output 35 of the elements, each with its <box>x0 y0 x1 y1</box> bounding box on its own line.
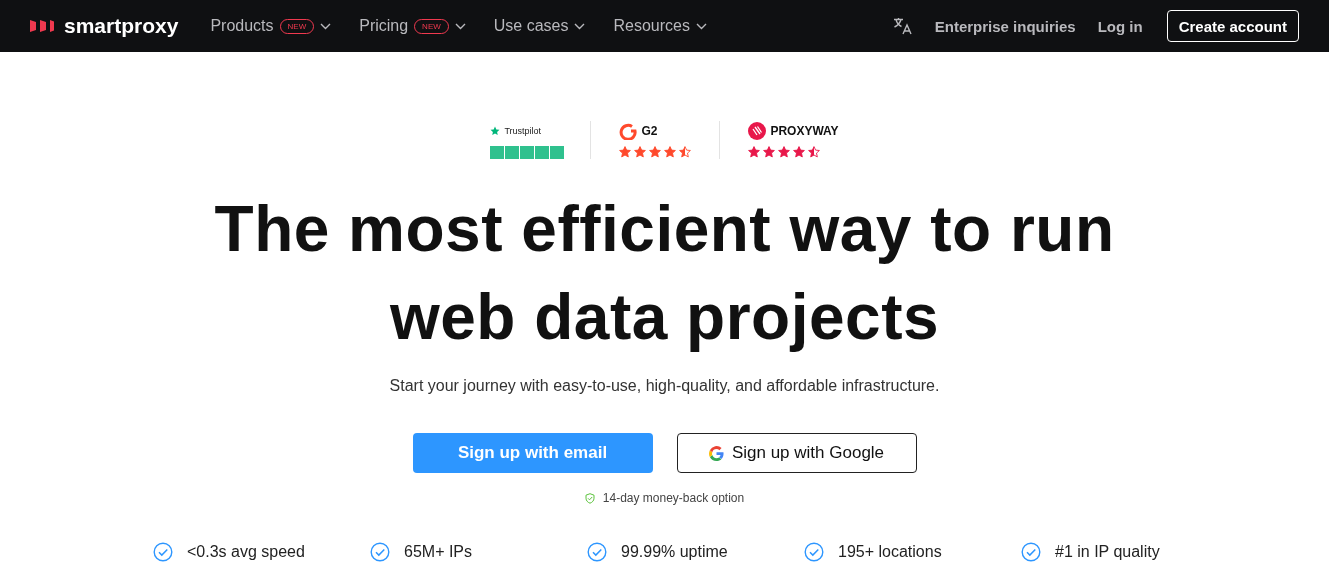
proxyway-logo-icon <box>748 122 767 140</box>
chevron-down-icon <box>695 22 707 30</box>
chevron-down-icon <box>574 22 586 30</box>
google-logo-icon <box>708 445 724 461</box>
feature-text: <0.3s avg speed <box>187 543 305 561</box>
brand-name: G2 <box>641 124 658 138</box>
nav-menu-item[interactable]: Resources <box>613 17 707 35</box>
feature-text: 65M+ IPs <box>404 543 473 561</box>
check-circle-icon <box>370 542 390 562</box>
create-account-button[interactable]: Create account <box>1166 10 1299 42</box>
feature-text: 99.99% uptime <box>621 543 728 561</box>
nav-menu-item[interactable]: Products NEW <box>210 17 332 35</box>
feature-text: 195+ locations <box>838 543 942 561</box>
logo-text: smartproxy <box>64 14 179 38</box>
nav-menu-item[interactable]: Use cases <box>493 17 586 35</box>
google-signup-button[interactable]: Sign up with Google <box>676 433 917 473</box>
nav-menu-item[interactable]: Pricing NEW <box>359 17 466 35</box>
nav-link[interactable]: Enterprise inquiries <box>934 17 1076 35</box>
check-circle-icon <box>587 542 607 562</box>
brand-name: Trustpilot <box>504 125 542 136</box>
translate-icon[interactable] <box>892 17 913 35</box>
check-circle-icon <box>804 542 824 562</box>
check-circle-icon <box>1021 542 1041 562</box>
check-circle-icon <box>153 542 173 562</box>
logo-icon <box>30 19 56 33</box>
headline: The most efficient way to run web data projects <box>213 192 1116 355</box>
chevron-down-icon <box>320 22 332 30</box>
subtitle: Start your journey with easy-to-use, high-quality, and affordable infrastructure. <box>389 377 940 395</box>
nav-link[interactable]: Log in <box>1097 17 1143 35</box>
brand-name: PROXYWAY <box>770 124 839 138</box>
shield-check-icon <box>584 492 595 504</box>
guarantee-text: 14-day money-back option <box>602 491 745 505</box>
feature-text: #1 in IP quality <box>1055 543 1160 561</box>
g2-logo-icon <box>619 122 638 140</box>
chevron-down-icon <box>454 22 466 30</box>
